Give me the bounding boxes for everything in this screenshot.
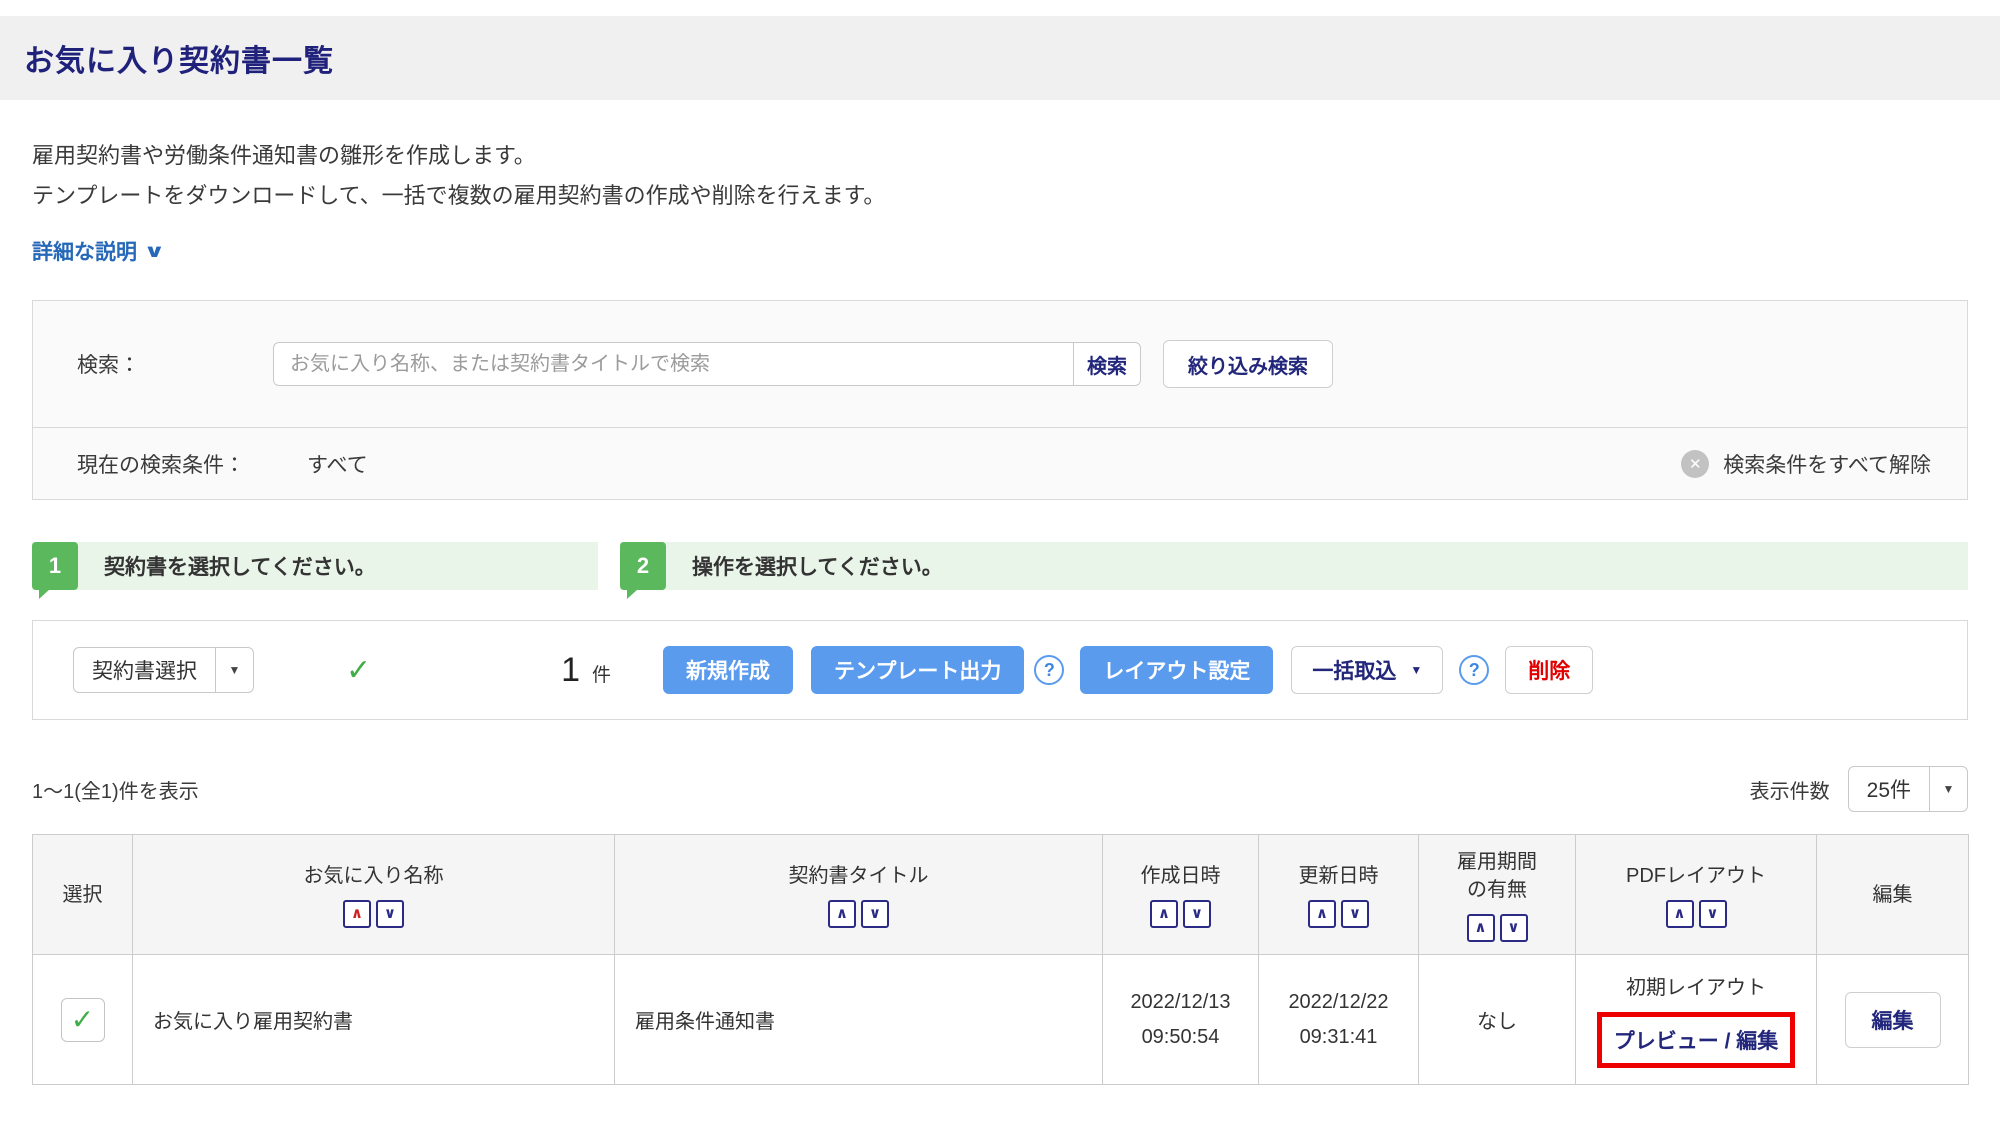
header-created-at: 作成日時 ∧ ∨	[1103, 835, 1259, 955]
cell-updated-at: 2022/12/22 09:31:41	[1259, 955, 1419, 1085]
cell-contract-title: 雇用条件通知書	[615, 955, 1103, 1085]
page-title: お気に入り契約書一覧	[24, 36, 334, 80]
current-conditions-row: 現在の検索条件： すべて ✕ 検索条件をすべて解除	[33, 427, 1967, 499]
create-new-button[interactable]: 新規作成	[663, 646, 793, 694]
sort-asc-icon[interactable]: ∧	[1666, 900, 1694, 928]
step-bars: 1 契約書を選択してください。 2 操作を選択してください。	[32, 542, 1968, 590]
selected-count-number: 1	[561, 651, 580, 690]
header-pdf-layout: PDFレイアウト ∧ ∨	[1576, 835, 1817, 955]
header-contract-title: 契約書タイトル ∧ ∨	[615, 835, 1103, 955]
step-1-badge: 1	[32, 542, 78, 590]
delete-button[interactable]: 削除	[1505, 646, 1593, 694]
contract-select-dropdown[interactable]: 契約書選択 ▼	[73, 647, 254, 693]
per-page-label: 表示件数	[1750, 775, 1830, 804]
header-favorite-name: お気に入り名称 ∧ ∨	[133, 835, 615, 955]
search-input[interactable]	[273, 342, 1073, 386]
header-select: 選択	[33, 835, 133, 955]
caret-down-icon[interactable]: ▼	[215, 648, 253, 692]
step-1-label: 契約書を選択してください。	[104, 551, 376, 581]
preview-edit-link[interactable]: プレビュー / 編集	[1614, 1030, 1779, 1053]
header-select-label: 選択	[63, 881, 103, 909]
clear-all-conditions-label: 検索条件をすべて解除	[1723, 449, 1931, 479]
sort-desc-icon[interactable]: ∨	[1183, 900, 1211, 928]
layout-settings-button[interactable]: レイアウト設定	[1080, 646, 1273, 694]
step-2-bar: 2 操作を選択してください。	[620, 542, 1968, 590]
sort-asc-icon[interactable]: ∧	[343, 900, 371, 928]
red-highlight-box: プレビュー / 編集	[1597, 1012, 1796, 1068]
search-input-group: 検索	[273, 342, 1141, 386]
action-panel: 契約書選択 ▼ ✓ 1 件 新規作成 テンプレート出力 ? レイアウト設定 一括…	[32, 620, 1968, 720]
cell-favorite-name: お気に入り雇用契約書	[133, 955, 615, 1085]
cell-created-at: 2022/12/13 09:50:54	[1103, 955, 1259, 1085]
bulk-import-label: 一括取込	[1312, 655, 1396, 685]
sort-desc-icon[interactable]: ∨	[376, 900, 404, 928]
header-employment-period-label: 雇用期間 の有無	[1457, 848, 1537, 904]
caret-down-icon[interactable]: ▼	[1929, 767, 1967, 811]
intro-text: 雇用契約書や労働条件通知書の雛形を作成します。 テンプレートをダウンロードして、…	[32, 136, 1968, 216]
header-contract-title-label: 契約書タイトル	[789, 862, 929, 890]
step-2-label: 操作を選択してください。	[692, 551, 943, 581]
caret-down-icon: ▼	[1410, 663, 1422, 677]
bulk-import-dropdown[interactable]: 一括取込 ▼	[1291, 646, 1443, 694]
sort-asc-icon[interactable]: ∧	[1308, 900, 1336, 928]
sort-asc-icon[interactable]: ∧	[828, 900, 856, 928]
step-2-badge: 2	[620, 542, 666, 590]
detail-link-row[interactable]: 詳細な説明 ∨	[32, 236, 1968, 266]
cell-employment-period: なし	[1419, 955, 1576, 1085]
sort-desc-icon[interactable]: ∨	[1341, 900, 1369, 928]
search-panel: 検索： 検索 絞り込み検索 現在の検索条件： すべて ✕ 検索条件をすべて解除	[32, 300, 1968, 500]
current-conditions-value: すべて	[307, 449, 368, 479]
cell-select: ✓	[33, 955, 133, 1085]
action-buttons: 新規作成 テンプレート出力 ? レイアウト設定 一括取込 ▼ ? 削除	[663, 646, 1593, 694]
current-conditions-label: 現在の検索条件：	[77, 449, 245, 479]
advanced-search-button[interactable]: 絞り込み検索	[1163, 340, 1333, 388]
header-edit-label: 編集	[1873, 881, 1913, 909]
per-page-dropdown[interactable]: 25件 ▼	[1848, 766, 1968, 812]
header-created-at-label: 作成日時	[1141, 862, 1221, 890]
header-employment-period: 雇用期間 の有無 ∧ ∨	[1419, 835, 1576, 955]
list-meta-row: 1〜1(全1)件を表示 表示件数 25件 ▼	[32, 766, 1968, 812]
search-row: 検索： 検索 絞り込み検索	[33, 301, 1967, 427]
table-header-row: 選択 お気に入り名称 ∧ ∨ 契約書タイトル ∧ ∨	[33, 835, 1969, 955]
sort-desc-icon[interactable]: ∨	[861, 900, 889, 928]
step-1-bar: 1 契約書を選択してください。	[32, 542, 598, 590]
per-page-control: 表示件数 25件 ▼	[1750, 766, 1968, 812]
help-icon[interactable]: ?	[1459, 655, 1489, 685]
sort-desc-icon[interactable]: ∨	[1699, 900, 1727, 928]
selection-zone: 契約書選択 ▼ ✓ 1 件	[73, 647, 621, 693]
edit-button[interactable]: 編集	[1845, 992, 1941, 1048]
selected-count-unit: 件	[592, 660, 611, 687]
chevron-down-icon: ∨	[143, 241, 165, 262]
intro-line-1: 雇用契約書や労働条件通知書の雛形を作成します。	[32, 136, 1968, 176]
help-icon[interactable]: ?	[1034, 655, 1064, 685]
close-icon[interactable]: ✕	[1681, 450, 1709, 478]
search-label: 検索：	[77, 349, 273, 379]
favorites-table: 選択 お気に入り名称 ∧ ∨ 契約書タイトル ∧ ∨	[32, 834, 1969, 1085]
table-row: ✓ お気に入り雇用契約書 雇用条件通知書 2022/12/13 09:50:54…	[33, 955, 1969, 1085]
per-page-value: 25件	[1849, 767, 1929, 811]
check-icon: ✓	[71, 1003, 94, 1036]
header-updated-at: 更新日時 ∧ ∨	[1259, 835, 1419, 955]
row-checkbox[interactable]: ✓	[61, 998, 105, 1042]
template-export-button[interactable]: テンプレート出力	[811, 646, 1024, 694]
header-updated-at-label: 更新日時	[1299, 862, 1379, 890]
selected-count: 1 件	[561, 651, 621, 690]
sort-asc-icon[interactable]: ∧	[1467, 914, 1495, 942]
cell-pdf-layout: 初期レイアウト プレビュー / 編集	[1576, 955, 1817, 1085]
header-pdf-layout-label: PDFレイアウト	[1626, 862, 1766, 890]
contract-select-label: 契約書選択	[74, 648, 215, 692]
selection-check-icon: ✓	[346, 653, 371, 688]
cell-edit: 編集	[1817, 955, 1969, 1085]
sort-desc-icon[interactable]: ∨	[1500, 914, 1528, 942]
result-range-text: 1〜1(全1)件を表示	[32, 775, 199, 804]
header-edit: 編集	[1817, 835, 1969, 955]
detail-description-link[interactable]: 詳細な説明	[32, 236, 137, 266]
sort-asc-icon[interactable]: ∧	[1150, 900, 1178, 928]
search-button[interactable]: 検索	[1073, 342, 1141, 386]
header-favorite-name-label: お気に入り名称	[304, 862, 444, 890]
title-band: お気に入り契約書一覧	[0, 16, 2000, 100]
pdf-layout-value: 初期レイアウト	[1626, 971, 1766, 1000]
clear-all-conditions[interactable]: ✕ 検索条件をすべて解除	[1681, 449, 1931, 479]
intro-line-2: テンプレートをダウンロードして、一括で複数の雇用契約書の作成や削除を行えます。	[32, 176, 1968, 216]
